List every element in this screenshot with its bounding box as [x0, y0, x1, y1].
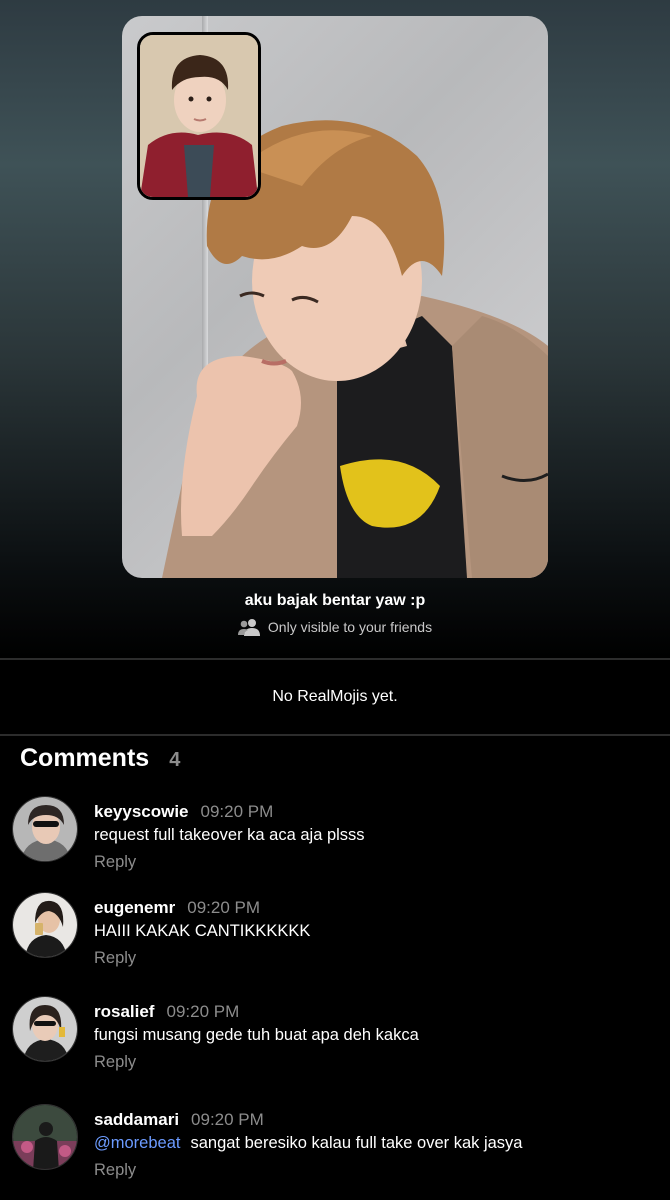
comment-time: 09:20 PM — [191, 1110, 264, 1129]
selfie-subject — [140, 35, 258, 197]
comment-text: HAIII KAKAK CANTIKKKKKK — [94, 922, 311, 940]
comment-mention[interactable]: @morebeat — [94, 1134, 180, 1152]
avatar[interactable] — [12, 796, 78, 862]
realmojis-empty-text: No RealMojis yet. — [272, 688, 398, 705]
comment-text: fungsi musang gede tuh buat apa deh kakc… — [94, 1026, 419, 1044]
avatar[interactable] — [12, 1104, 78, 1170]
divider-comments — [0, 734, 670, 736]
selfie-photo[interactable] — [137, 32, 261, 200]
avatar-image — [13, 997, 77, 1061]
comment-text: request full takeover ka aca aja plsss — [94, 826, 365, 844]
reply-button[interactable]: Reply — [94, 1161, 136, 1180]
post-caption: aku bajak bentar yaw :p — [244, 592, 426, 609]
comment-username[interactable]: eugenemr — [94, 898, 175, 918]
comments-header: Comments 4 — [20, 744, 180, 773]
comment-text-body: sangat beresiko kalau full take over kak… — [190, 1134, 523, 1152]
reply-button[interactable]: Reply — [94, 949, 136, 968]
visibility-notice: Only visible to your friends — [0, 618, 670, 636]
reply-button[interactable]: Reply — [94, 1053, 136, 1072]
comment-username[interactable]: keyyscowie — [94, 802, 189, 822]
comment-username[interactable]: saddamari — [94, 1110, 179, 1130]
comments-count: 4 — [169, 749, 181, 771]
comments-title: Comments — [20, 744, 150, 772]
visibility-text: Only visible to your friends — [267, 619, 433, 635]
comment-time: 09:20 PM — [200, 802, 274, 821]
avatar-image — [13, 797, 77, 861]
comment-username[interactable]: rosalief — [94, 1002, 154, 1022]
friends-icon — [237, 619, 260, 636]
reply-button[interactable]: Reply — [94, 853, 136, 872]
avatar[interactable] — [12, 996, 78, 1062]
comment-time: 09:20 PM — [187, 898, 261, 917]
divider-top — [0, 658, 670, 660]
comment-time: 09:20 PM — [166, 1002, 240, 1021]
avatar-image — [13, 1105, 77, 1169]
avatar[interactable] — [12, 892, 78, 958]
comment-text: @morebeat sangat beresiko kalau full take… — [94, 1134, 654, 1153]
avatar-image — [13, 893, 77, 957]
